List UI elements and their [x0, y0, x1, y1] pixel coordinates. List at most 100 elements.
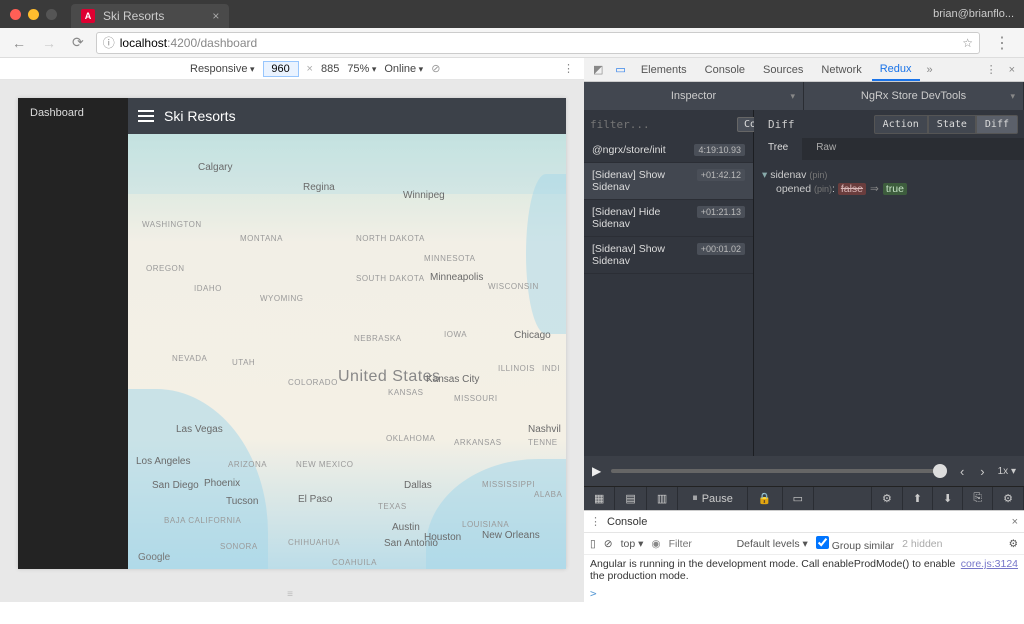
- tab-elements[interactable]: Elements: [633, 60, 695, 80]
- device-toolbar: Responsive × 885 75% Online ⊘ ⋮: [0, 58, 584, 80]
- resize-handle[interactable]: ≡: [0, 587, 584, 602]
- map-label: KANSAS: [388, 388, 423, 397]
- action-item[interactable]: [Sidenav] Show Sidenav+01:42.12: [584, 163, 753, 200]
- map-label: NEBRASKA: [354, 334, 402, 343]
- map-label: New Orleans: [482, 530, 540, 541]
- tab-redux[interactable]: Redux: [872, 59, 920, 81]
- device-mode-icon[interactable]: ▭: [610, 61, 630, 78]
- subtab-raw[interactable]: Raw: [802, 138, 850, 160]
- persist-icon[interactable]: ▭: [783, 487, 814, 510]
- map-label: TEXAS: [378, 502, 407, 511]
- context-dropdown[interactable]: top ▾: [621, 538, 644, 550]
- settings-icon[interactable]: ⚙: [993, 487, 1024, 510]
- browser-menu-icon[interactable]: ⋮: [988, 33, 1016, 53]
- sidebar-toggle-icon[interactable]: ▯: [590, 538, 596, 550]
- url-bar[interactable]: ⓘ localhost:4200/dashboard ☆: [96, 32, 980, 54]
- layout-2-icon[interactable]: ▤: [615, 487, 646, 510]
- next-icon[interactable]: ›: [977, 464, 987, 479]
- play-icon[interactable]: ▶: [592, 464, 601, 478]
- dispatch-icon[interactable]: ⚙: [872, 487, 903, 510]
- window-controls[interactable]: [10, 9, 57, 20]
- map-label: ARKANSAS: [454, 438, 502, 447]
- store-dropdown[interactable]: NgRx Store DevTools▾: [804, 82, 1024, 110]
- map-label: IOWA: [444, 330, 467, 339]
- map-label: COLORADO: [288, 378, 338, 387]
- map-label: OREGON: [146, 264, 185, 273]
- slider-track[interactable]: [611, 469, 947, 473]
- zoom-dropdown[interactable]: 75%: [347, 63, 376, 75]
- layout-3-icon[interactable]: ▥: [647, 487, 678, 510]
- bookmark-icon[interactable]: ☆: [962, 36, 973, 50]
- app-title: Ski Resorts: [164, 108, 236, 124]
- console-menu-icon[interactable]: ⋮: [590, 515, 601, 528]
- console-prompt[interactable]: >: [584, 585, 1024, 602]
- reload-button[interactable]: ⟳: [68, 32, 88, 53]
- seg-state[interactable]: State: [928, 115, 976, 134]
- console-settings-icon[interactable]: ⚙: [1009, 538, 1018, 550]
- action-item[interactable]: [Sidenav] Hide Sidenav+01:21.13: [584, 200, 753, 237]
- sidebar-item-dashboard[interactable]: Dashboard: [18, 98, 128, 128]
- height-input[interactable]: 885: [321, 63, 339, 75]
- console-close-icon[interactable]: ×: [1012, 516, 1018, 528]
- filter-input[interactable]: [590, 118, 737, 131]
- seg-diff[interactable]: Diff: [976, 115, 1018, 134]
- map-label: UTAH: [232, 358, 255, 367]
- subtab-tree[interactable]: Tree: [754, 138, 802, 160]
- browser-tab[interactable]: A Ski Resorts ×: [71, 4, 229, 28]
- hidden-count[interactable]: 2 hidden: [902, 538, 942, 550]
- info-icon[interactable]: ⓘ: [103, 34, 115, 51]
- map-label: ALABA: [534, 490, 562, 499]
- more-tabs-icon[interactable]: »: [922, 62, 938, 78]
- forward-button[interactable]: →: [38, 33, 60, 53]
- devtools-menu-icon[interactable]: ⋮: [981, 61, 1002, 78]
- levels-dropdown[interactable]: Default levels ▾: [737, 538, 808, 550]
- action-item[interactable]: [Sidenav] Show Sidenav+00:01.02: [584, 237, 753, 274]
- group-similar-checkbox[interactable]: Group similar: [816, 536, 894, 552]
- console-filter-input[interactable]: [669, 538, 729, 550]
- map-label: MISSISSIPPI: [482, 480, 535, 489]
- seg-action[interactable]: Action: [874, 115, 928, 134]
- map-label: ILLINOIS: [498, 364, 535, 373]
- import-icon[interactable]: ⎘: [963, 487, 993, 510]
- width-input[interactable]: [263, 61, 299, 77]
- clear-console-icon[interactable]: ⊘: [604, 538, 613, 550]
- redux-toolbar: ▦ ▤ ▥ ⏸ Pause 🔒 ▭ ⚙ ⬆ ⬇ ⎘ ⚙: [584, 486, 1024, 510]
- redux-header: Inspector▾ NgRx Store DevTools▾: [584, 82, 1024, 110]
- browser-titlebar: A Ski Resorts × brian@brianflo...: [0, 0, 1024, 28]
- browser-navbar: ← → ⟳ ⓘ localhost:4200/dashboard ☆ ⋮: [0, 28, 1024, 58]
- tab-network[interactable]: Network: [813, 60, 869, 80]
- devtools-close-icon[interactable]: ×: [1004, 62, 1020, 78]
- map-label: MONTANA: [240, 234, 283, 243]
- download-icon[interactable]: ⬇: [933, 487, 963, 510]
- inspector-dropdown[interactable]: Inspector▾: [584, 82, 804, 110]
- inspect-icon[interactable]: ◩: [588, 61, 608, 78]
- map[interactable]: United States Google CalgaryReginaWinnip…: [128, 134, 566, 569]
- close-icon[interactable]: ×: [212, 9, 219, 23]
- map-label: ARIZONA: [228, 460, 267, 469]
- rotate-icon[interactable]: ⊘: [431, 62, 440, 75]
- map-label: Dallas: [404, 480, 432, 491]
- layout-1-icon[interactable]: ▦: [584, 487, 615, 510]
- upload-icon[interactable]: ⬆: [903, 487, 933, 510]
- lock-icon[interactable]: 🔒: [748, 487, 783, 510]
- action-item[interactable]: @ngrx/store/init4:19:10.93: [584, 138, 753, 163]
- tab-console[interactable]: Console: [697, 60, 753, 80]
- timeline-slider: ▶ ‹ › 1x ▾: [584, 456, 1024, 486]
- app-header: Ski Resorts: [128, 98, 566, 134]
- map-label: WYOMING: [260, 294, 304, 303]
- diff-tree: ▾ sidenav (pin) opened (pin): false⇒true: [754, 160, 1024, 456]
- console-source-link[interactable]: core.js:3124: [961, 558, 1018, 582]
- hamburger-icon[interactable]: [138, 110, 154, 122]
- console-message: Angular is running in the development mo…: [584, 555, 1024, 585]
- slider-thumb[interactable]: [933, 464, 947, 478]
- prev-icon[interactable]: ‹: [957, 464, 967, 479]
- device-more-icon[interactable]: ⋮: [563, 62, 574, 75]
- tab-sources[interactable]: Sources: [755, 60, 811, 80]
- speed-dropdown[interactable]: 1x ▾: [998, 466, 1016, 477]
- map-label: LOUISIANA: [462, 520, 509, 529]
- network-dropdown[interactable]: Online: [384, 63, 423, 75]
- device-dropdown[interactable]: Responsive: [190, 63, 255, 75]
- map-label: San Antonio: [384, 538, 438, 549]
- back-button[interactable]: ←: [8, 33, 30, 53]
- pause-button[interactable]: ⏸ Pause: [678, 487, 748, 510]
